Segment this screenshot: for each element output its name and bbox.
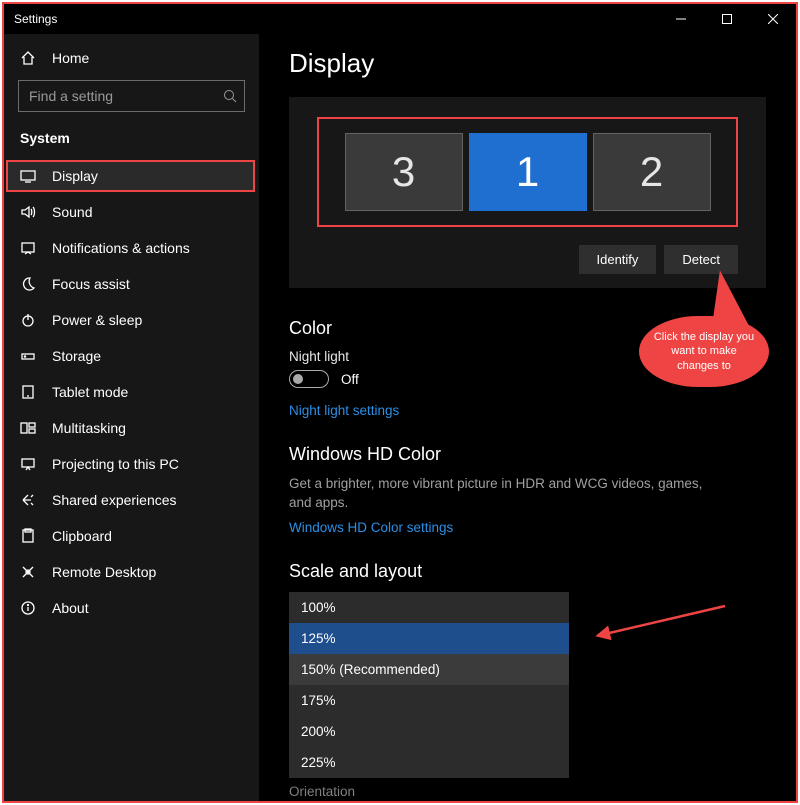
power-icon <box>20 312 36 328</box>
detect-button[interactable]: Detect <box>664 245 738 274</box>
display-icon <box>20 168 36 184</box>
minimize-button[interactable] <box>658 4 704 34</box>
sidebar-item-storage[interactable]: Storage <box>4 338 259 374</box>
monitor-2[interactable]: 2 <box>593 133 711 211</box>
maximize-button[interactable] <box>704 4 750 34</box>
sidebar-item-clipboard[interactable]: Clipboard <box>4 518 259 554</box>
sidebar-item-projecting[interactable]: Projecting to this PC <box>4 446 259 482</box>
info-icon <box>20 600 36 616</box>
sidebar-item-display[interactable]: Display <box>6 160 255 192</box>
projecting-icon <box>20 456 36 472</box>
night-light-settings-link[interactable]: Night light settings <box>289 403 399 418</box>
titlebar: Settings <box>4 4 796 34</box>
scale-option-125[interactable]: 125% <box>289 623 569 654</box>
clipboard-icon <box>20 528 36 544</box>
monitor-1[interactable]: 1 <box>469 133 587 211</box>
sidebar-item-label: Shared experiences <box>52 492 177 508</box>
display-arrangement-panel: 3 1 2 Identify Detect <box>289 97 766 288</box>
sound-icon <box>20 204 36 220</box>
annotation-callout: Click the display you want to make chang… <box>639 316 769 387</box>
main-panel: Display 3 1 2 Identify Detect Color Nigh… <box>259 34 796 801</box>
notifications-icon <box>20 240 36 256</box>
sidebar-item-label: Power & sleep <box>52 312 142 328</box>
sidebar-item-power[interactable]: Power & sleep <box>4 302 259 338</box>
scale-option-100[interactable]: 100% <box>289 592 569 623</box>
sidebar-item-sound[interactable]: Sound <box>4 194 259 230</box>
scale-dropdown[interactable]: 100% 125% 150% (Recommended) 175% 200% 2… <box>289 592 569 778</box>
moon-icon <box>20 276 36 292</box>
home-icon <box>20 50 36 66</box>
display-arrangement: 3 1 2 <box>317 117 738 227</box>
sidebar-item-label: Multitasking <box>52 420 126 436</box>
multitasking-icon <box>20 420 36 436</box>
sidebar-item-label: Remote Desktop <box>52 564 156 580</box>
search-input[interactable] <box>18 80 245 112</box>
shared-icon <box>20 492 36 508</box>
scale-option-175[interactable]: 175% <box>289 685 569 716</box>
sidebar-item-label: Focus assist <box>52 276 130 292</box>
sidebar-item-label: Storage <box>52 348 101 364</box>
sidebar-item-label: Display <box>52 168 98 184</box>
remote-icon <box>20 564 36 580</box>
sidebar-item-label: Notifications & actions <box>52 240 190 256</box>
close-button[interactable] <box>750 4 796 34</box>
content-area: Home System Display Sound <box>4 34 796 801</box>
sidebar-item-label: Projecting to this PC <box>52 456 179 472</box>
home-link[interactable]: Home <box>4 42 259 74</box>
sidebar-item-tablet[interactable]: Tablet mode <box>4 374 259 410</box>
sidebar: Home System Display Sound <box>4 34 259 801</box>
sidebar-item-label: About <box>52 600 89 616</box>
night-light-state: Off <box>341 372 359 387</box>
sidebar-item-about[interactable]: About <box>4 590 259 626</box>
hd-color-desc: Get a brighter, more vibrant picture in … <box>289 475 709 513</box>
night-light-toggle[interactable] <box>289 370 329 388</box>
page-title: Display <box>289 48 766 79</box>
sidebar-category: System <box>4 122 259 156</box>
sidebar-item-notifications[interactable]: Notifications & actions <box>4 230 259 266</box>
monitor-3[interactable]: 3 <box>345 133 463 211</box>
sidebar-item-multitasking[interactable]: Multitasking <box>4 410 259 446</box>
tablet-icon <box>20 384 36 400</box>
scale-option-150[interactable]: 150% (Recommended) <box>289 654 569 685</box>
hd-color-heading: Windows HD Color <box>289 444 766 465</box>
display-actions: Identify Detect <box>317 245 738 274</box>
sidebar-item-label: Sound <box>52 204 92 220</box>
sidebar-item-focus-assist[interactable]: Focus assist <box>4 266 259 302</box>
window-title: Settings <box>14 12 658 26</box>
scale-option-225[interactable]: 225% <box>289 747 569 778</box>
home-label: Home <box>52 50 89 66</box>
sidebar-nav: Display Sound Notifications & actions Fo… <box>4 160 259 626</box>
sidebar-item-shared[interactable]: Shared experiences <box>4 482 259 518</box>
search-container <box>4 74 259 122</box>
scale-option-200[interactable]: 200% <box>289 716 569 747</box>
window-controls <box>658 4 796 34</box>
sidebar-item-label: Tablet mode <box>52 384 128 400</box>
orientation-label: Orientation <box>289 784 766 799</box>
search-icon <box>223 89 237 103</box>
sidebar-item-label: Clipboard <box>52 528 112 544</box>
settings-window: Settings Home System Display <box>2 2 798 803</box>
scale-dropdown-area: ems 100% 125% 150% (Recommended) 175% 20… <box>289 592 766 801</box>
storage-icon <box>20 348 36 364</box>
hd-color-settings-link[interactable]: Windows HD Color settings <box>289 520 453 535</box>
callout-text: Click the display you want to make chang… <box>651 330 757 373</box>
sidebar-item-remote[interactable]: Remote Desktop <box>4 554 259 590</box>
identify-button[interactable]: Identify <box>579 245 657 274</box>
scale-heading: Scale and layout <box>289 561 766 582</box>
